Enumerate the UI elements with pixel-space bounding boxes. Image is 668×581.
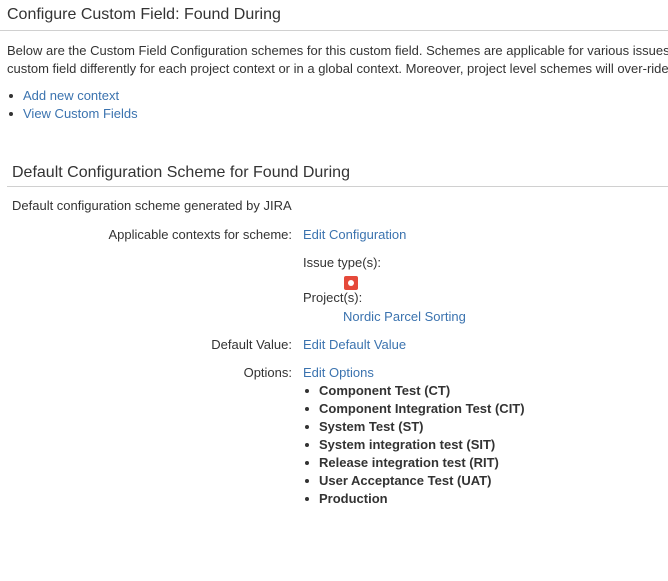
action-item-add-context: Add new context	[7, 87, 138, 105]
title-divider	[0, 30, 668, 31]
view-custom-fields-link[interactable]: View Custom Fields	[23, 106, 138, 121]
action-item-view-custom-fields: View Custom Fields	[7, 105, 138, 123]
page-title: Configure Custom Field: Found During	[7, 6, 281, 23]
bug-icon	[344, 276, 358, 290]
option-item: System Test (ST)	[303, 418, 525, 436]
option-item: Component Test (CT)	[303, 382, 525, 400]
default-value-label: Default Value:	[211, 337, 292, 352]
edit-default-value-link[interactable]: Edit Default Value	[303, 337, 406, 352]
intro-text: Below are the Custom Field Configuration…	[7, 42, 668, 78]
intro-line-1: Below are the Custom Field Configuration…	[7, 43, 668, 58]
option-item: Component Integration Test (CIT)	[303, 400, 525, 418]
intro-line-2: custom field differently for each projec…	[7, 61, 668, 76]
project-link-nordic-parcel-sorting[interactable]: Nordic Parcel Sorting	[343, 309, 466, 324]
edit-options-link[interactable]: Edit Options	[303, 365, 374, 380]
contexts-label: Applicable contexts for scheme:	[108, 227, 292, 242]
add-new-context-link[interactable]: Add new context	[23, 88, 119, 103]
options-list: Component Test (CT) Component Integratio…	[303, 382, 525, 508]
scheme-description: Default configuration scheme generated b…	[12, 198, 292, 213]
action-links: Add new context View Custom Fields	[7, 87, 138, 123]
scheme-title: Default Configuration Scheme for Found D…	[12, 164, 350, 181]
projects-label: Project(s):	[303, 290, 363, 305]
option-item: Production	[303, 490, 525, 508]
issue-types-label: Issue type(s):	[303, 255, 382, 270]
options-label: Options:	[243, 365, 292, 380]
scheme-divider	[7, 186, 668, 187]
edit-configuration-link[interactable]: Edit Configuration	[303, 227, 406, 242]
option-item: System integration test (SIT)	[303, 436, 525, 454]
option-item: Release integration test (RIT)	[303, 454, 525, 472]
option-item: User Acceptance Test (UAT)	[303, 472, 525, 490]
